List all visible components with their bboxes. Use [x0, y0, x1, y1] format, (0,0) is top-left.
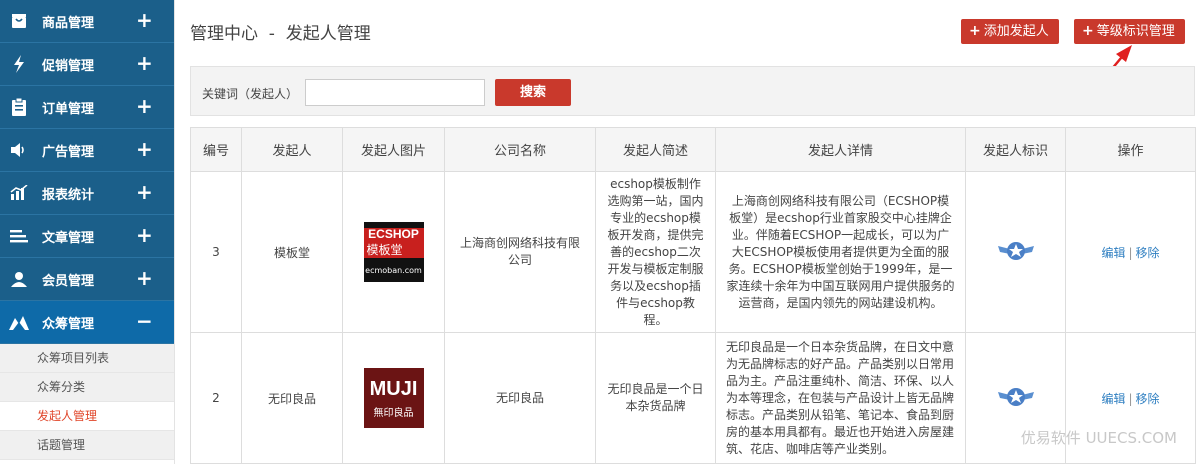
cell-name: 无印良品 — [241, 332, 343, 464]
edit-link[interactable]: 编辑 — [1101, 392, 1125, 406]
shopping-bag-icon — [9, 11, 29, 31]
list-icon — [9, 226, 29, 246]
logo-text: 無印良品 — [373, 408, 414, 419]
search-label: 关键词（发起人） — [202, 87, 299, 101]
header-name: 发起人 — [241, 127, 343, 172]
cell-badge — [965, 171, 1066, 333]
search-button[interactable]: 搜索 — [495, 79, 571, 106]
sidebar-item-label: 报表统计 — [42, 187, 95, 203]
clipboard-icon — [9, 97, 29, 117]
sidebar-item-reports[interactable]: 报表统计 + — [0, 172, 174, 215]
cell-company: 上海商创网络科技有限公司 — [444, 171, 596, 333]
sidebar-item-orders[interactable]: 订单管理 + — [0, 86, 174, 129]
sidebar-item-label: 订单管理 — [42, 101, 95, 117]
cell-company: 无印良品 — [444, 332, 596, 464]
expand-icon[interactable]: + — [136, 225, 153, 245]
expand-icon[interactable]: + — [136, 10, 153, 30]
sidebar-item-label: 会员管理 — [42, 273, 95, 289]
remove-link[interactable]: 移除 — [1136, 392, 1160, 406]
cell-brief: ecshop模板制作选购第一站，国内专业的ecshop模板开发商，提供完善的ec… — [595, 171, 716, 333]
add-initiator-button[interactable]: + 添加发起人 — [961, 19, 1059, 44]
search-panel: 关键词（发起人） 搜索 — [190, 66, 1195, 116]
sidebar-item-promotion[interactable]: 促销管理 + — [0, 43, 174, 86]
logo-text: ECSHOP — [368, 227, 419, 241]
cell-image: ECSHOP 模板堂 ecmoban.com — [342, 171, 445, 333]
table-row: 3 模板堂 ECSHOP 模板堂 ecmoban.com 上海商创网络科技有限公… — [190, 171, 1196, 333]
sidebar-item-label: 文章管理 — [42, 230, 95, 246]
cell-id: 3 — [190, 171, 242, 333]
initiator-table: 编号 发起人 发起人图片 公司名称 发起人简述 发起人详情 发起人标识 操作 3… — [190, 127, 1196, 464]
collapse-icon[interactable]: − — [136, 311, 153, 331]
edit-link[interactable]: 编辑 — [1101, 246, 1125, 260]
ecshop-logo: ECSHOP 模板堂 ecmoban.com — [363, 222, 424, 282]
chart-icon — [9, 183, 29, 203]
logo-text: ecmoban.com — [365, 266, 422, 275]
main-content: 管理中心 - 发起人管理 + 添加发起人 + 等级标识管理 关键词（发起人） 搜… — [178, 0, 1199, 464]
cell-name: 模板堂 — [241, 171, 343, 333]
header-company: 公司名称 — [444, 127, 596, 172]
cell-image: MUJI 無印良品 — [342, 332, 445, 464]
sidebar-item-label: 广告管理 — [42, 144, 95, 160]
cell-detail: 无印良品是一个日本杂货品牌，在日文中意为无品牌标志的好产品。产品类别以日常用品为… — [715, 332, 966, 464]
sub-item-project-list[interactable]: 众筹项目列表 — [0, 344, 174, 373]
sub-item-initiators[interactable]: 发起人管理 — [0, 402, 174, 431]
speaker-icon — [9, 140, 29, 160]
lightning-icon — [9, 54, 29, 74]
logo-text: 模板堂 — [366, 243, 403, 257]
expand-icon[interactable]: + — [136, 182, 153, 202]
crowdfunding-icon — [9, 312, 29, 332]
header-id: 编号 — [190, 127, 242, 172]
cell-detail: 上海商创网络科技有限公司（ECSHOP模板堂）是ecshop行业首家股交中心挂牌… — [715, 171, 966, 333]
cell-actions: 编辑 | 移除 — [1065, 171, 1196, 333]
header-actions: 操作 — [1065, 127, 1196, 172]
user-icon — [9, 269, 29, 289]
sub-item-topics[interactable]: 话题管理 — [0, 431, 174, 460]
muji-logo: MUJI 無印良品 — [363, 368, 424, 428]
sidebar-item-ads[interactable]: 广告管理 + — [0, 129, 174, 172]
sidebar-item-crowdfunding[interactable]: 众筹管理 − — [0, 301, 174, 344]
cell-id: 2 — [190, 332, 242, 464]
expand-icon[interactable]: + — [136, 139, 153, 159]
expand-icon[interactable]: + — [136, 96, 153, 116]
sidebar-item-label: 众筹管理 — [42, 316, 95, 332]
watermark: 优易软件 UUECS.COM — [1020, 429, 1177, 447]
star-badge-icon — [997, 241, 1034, 260]
table-header-row: 编号 发起人 发起人图片 公司名称 发起人简述 发起人详情 发起人标识 操作 — [190, 127, 1196, 172]
sidebar-item-label: 促销管理 — [42, 58, 95, 74]
remove-link[interactable]: 移除 — [1136, 246, 1160, 260]
sidebar-item-members[interactable]: 会员管理 + — [0, 258, 174, 301]
sidebar: 商品管理 + 促销管理 + 订单管理 + 广告管理 + 报表统计 + 文章管理 … — [0, 0, 175, 464]
plus-icon: + — [969, 23, 981, 39]
add-initiator-label: 添加发起人 — [983, 24, 1049, 39]
header-badge: 发起人标识 — [965, 127, 1066, 172]
header-detail: 发起人详情 — [715, 127, 966, 172]
search-input[interactable] — [305, 79, 485, 106]
header-brief: 发起人简述 — [595, 127, 716, 172]
logo-text: MUJI — [369, 378, 418, 400]
star-badge-icon — [997, 387, 1034, 406]
page-title: 管理中心 - 发起人管理 — [190, 24, 371, 44]
sub-item-category[interactable]: 众筹分类 — [0, 373, 174, 402]
cell-brief: 无印良品是一个日本杂货品牌 — [595, 332, 716, 464]
sidebar-item-goods[interactable]: 商品管理 + — [0, 0, 174, 43]
expand-icon[interactable]: + — [136, 268, 153, 288]
sidebar-item-articles[interactable]: 文章管理 + — [0, 215, 174, 258]
header-image: 发起人图片 — [342, 127, 445, 172]
crowdfunding-submenu: 众筹项目列表 众筹分类 发起人管理 话题管理 — [0, 344, 174, 460]
expand-icon[interactable]: + — [136, 53, 153, 73]
sidebar-item-label: 商品管理 — [42, 15, 95, 31]
